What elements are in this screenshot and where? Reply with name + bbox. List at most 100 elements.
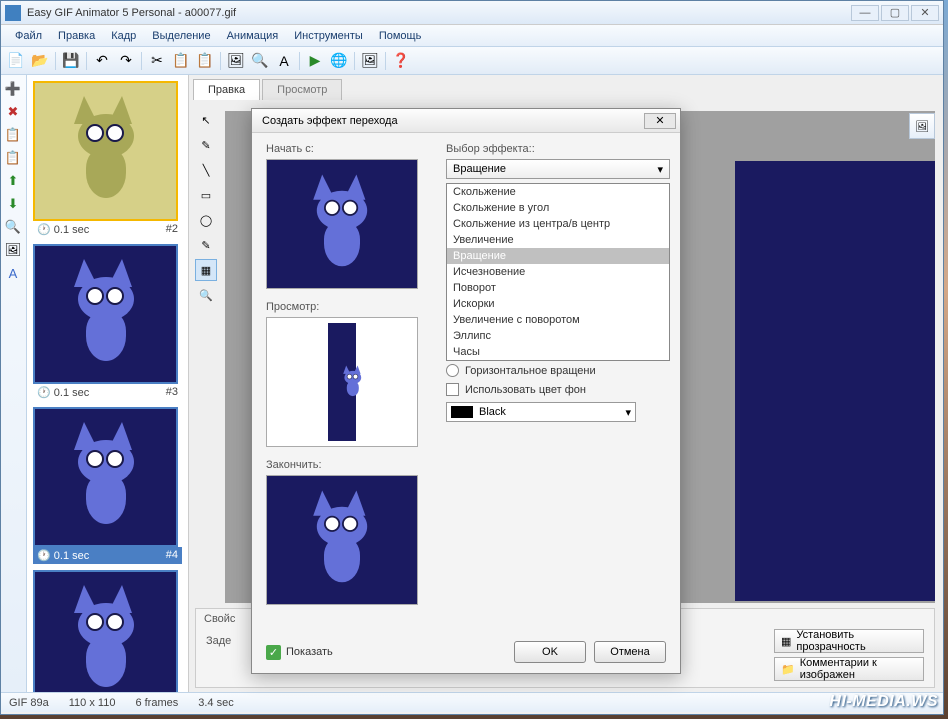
pencil-icon[interactable]: ✎ <box>195 134 217 156</box>
dialog-close-button[interactable]: ✕ <box>644 113 676 129</box>
maximize-button[interactable]: ▢ <box>881 5 909 21</box>
menu-animation[interactable]: Анимация <box>219 27 287 45</box>
move-up-icon[interactable]: ⬆ <box>3 171 23 191</box>
app-icon <box>5 5 21 21</box>
effect-option[interactable]: Вращение <box>447 248 669 264</box>
effect-option[interactable]: Искорки <box>447 296 669 312</box>
check-icon: ✓ <box>266 645 281 660</box>
text-tool-icon[interactable]: A <box>3 263 23 283</box>
menu-file[interactable]: Файл <box>7 27 50 45</box>
end-thumbnail <box>266 475 418 605</box>
play-icon[interactable]: ▶ <box>304 50 326 72</box>
effect-option[interactable]: Поворот <box>447 280 669 296</box>
use-bg-checkbox[interactable]: Использовать цвет фон <box>446 383 670 396</box>
select-icon[interactable]: ▦ <box>195 259 217 281</box>
effect-option[interactable]: Скольжение в угол <box>447 200 669 216</box>
status-format: GIF 89a <box>9 697 49 709</box>
frame-item[interactable]: 🕐 0.1 sec#4 <box>33 407 182 564</box>
effect-label: Выбор эффекта:: <box>446 143 670 155</box>
effect-option[interactable]: Эллипс <box>447 328 669 344</box>
pointer-icon[interactable]: ↖ <box>195 109 217 131</box>
ok-button[interactable]: OK <box>514 641 586 663</box>
frame-item[interactable]: 🕐 0.1 sec#3 <box>33 244 182 401</box>
image-icon[interactable]: 🖼 <box>225 50 247 72</box>
status-duration: 3.4 sec <box>198 697 233 709</box>
titlebar: Easy GIF Animator 5 Personal - a00077.gi… <box>1 1 943 25</box>
menu-edit[interactable]: Правка <box>50 27 103 45</box>
end-label: Закончить: <box>266 459 666 471</box>
statusbar: GIF 89a 110 x 110 6 frames 3.4 sec <box>1 692 943 712</box>
new-icon[interactable]: 📄 <box>5 50 27 72</box>
menubar: Файл Правка Кадр Выделение Анимация Инст… <box>1 25 943 47</box>
web-icon[interactable]: 🌐 <box>328 50 350 72</box>
effect-option[interactable]: Увеличение с поворотом <box>447 312 669 328</box>
main-toolbar: 📄 📂 💾 ↶ ↷ ✂ 📋 📋 🖼 🔍 A ▶ 🌐 🖼 ❓ <box>1 47 943 75</box>
picture-icon[interactable]: 🖼 <box>3 240 23 260</box>
copy-icon[interactable]: 📋 <box>170 50 192 72</box>
tabs: Правка Просмотр <box>189 75 943 100</box>
rect-icon[interactable]: ▭ <box>195 184 217 206</box>
cancel-button[interactable]: Отмена <box>594 641 666 663</box>
search-icon[interactable]: 🔍 <box>3 217 23 237</box>
transition-dialog: Создать эффект перехода ✕ Начать с: Прос… <box>251 108 681 674</box>
image2-icon[interactable]: 🖼 <box>359 50 381 72</box>
add-frame-icon[interactable]: ➕ <box>3 79 23 99</box>
status-frames: 6 frames <box>135 697 178 709</box>
frame-item[interactable] <box>33 570 182 692</box>
ellipse-icon[interactable]: ◯ <box>195 209 217 231</box>
effect-dropdown: Скольжение Скольжение в угол Скольжение … <box>446 183 670 361</box>
redo-icon[interactable]: ↷ <box>115 50 137 72</box>
show-checkbox[interactable]: ✓Показать <box>266 645 333 660</box>
copy-frame-icon[interactable]: 📋 <box>3 125 23 145</box>
zoom-icon[interactable]: 🔍 <box>249 50 271 72</box>
paste-icon[interactable]: 📋 <box>194 50 216 72</box>
editor-toolbar: ↖ ✎ ╲ ▭ ◯ ✎ ▦ 🔍 <box>195 109 219 306</box>
frame-item[interactable]: 🕐 0.1 sec#2 <box>33 81 182 238</box>
delete-frame-icon[interactable]: ✖ <box>3 102 23 122</box>
undo-icon[interactable]: ↶ <box>91 50 113 72</box>
status-size: 110 x 110 <box>69 697 116 709</box>
effect-option[interactable]: Часы <box>447 344 669 360</box>
effect-option[interactable]: Исчезновение <box>447 264 669 280</box>
start-thumbnail <box>266 159 418 289</box>
menu-frame[interactable]: Кадр <box>103 27 144 45</box>
menu-tools[interactable]: Инструменты <box>286 27 371 45</box>
paste-frame-icon[interactable]: 📋 <box>3 148 23 168</box>
effect-option[interactable]: Увеличение <box>447 232 669 248</box>
menu-selection[interactable]: Выделение <box>144 27 218 45</box>
minimize-button[interactable]: — <box>851 5 879 21</box>
move-down-icon[interactable]: ⬇ <box>3 194 23 214</box>
options-icon[interactable]: 🖼 <box>909 113 935 139</box>
menu-help[interactable]: Помощь <box>371 27 430 45</box>
color-swatch <box>451 406 473 418</box>
window-title: Easy GIF Animator 5 Personal - a00077.gi… <box>27 7 851 19</box>
radio-horizontal[interactable]: Горизонтальное вращени <box>446 364 670 377</box>
save-icon[interactable]: 💾 <box>60 50 82 72</box>
dialog-titlebar: Создать эффект перехода ✕ <box>252 109 680 133</box>
left-toolbar: ➕ ✖ 📋 📋 ⬆ ⬇ 🔍 🖼 A <box>1 75 27 692</box>
chevron-down-icon: ▾ <box>657 163 663 176</box>
chevron-down-icon: ▾ <box>625 406 631 419</box>
cut-icon[interactable]: ✂ <box>146 50 168 72</box>
eyedropper-icon[interactable]: ✎ <box>195 234 217 256</box>
tab-preview[interactable]: Просмотр <box>262 79 342 100</box>
text-icon[interactable]: A <box>273 50 295 72</box>
frames-panel: 🕐 0.1 sec#2 🕐 0.1 sec#3 🕐 0.1 sec#4 <box>27 75 189 692</box>
line-icon[interactable]: ╲ <box>195 159 217 181</box>
help-icon[interactable]: ❓ <box>390 50 412 72</box>
dialog-title-text: Создать эффект перехода <box>262 115 398 127</box>
effect-option[interactable]: Скольжение <box>447 184 669 200</box>
preview-thumbnail <box>266 317 418 447</box>
effect-option[interactable]: Скольжение из центра/в центр <box>447 216 669 232</box>
set-transparency-button[interactable]: ▦Установить прозрачность <box>774 629 924 653</box>
checkbox-icon <box>446 383 459 396</box>
comments-button[interactable]: 📁Комментарии к изображен <box>774 657 924 681</box>
bg-color-combo[interactable]: Black▾ <box>446 402 636 422</box>
watermark: HI-MEDIA.WS <box>829 693 938 711</box>
open-icon[interactable]: 📂 <box>29 50 51 72</box>
close-button[interactable]: ✕ <box>911 5 939 21</box>
effect-combo[interactable]: Вращение▾ <box>446 159 670 179</box>
radio-icon <box>446 364 459 377</box>
tab-edit[interactable]: Правка <box>193 79 260 100</box>
magnify-icon[interactable]: 🔍 <box>195 284 217 306</box>
